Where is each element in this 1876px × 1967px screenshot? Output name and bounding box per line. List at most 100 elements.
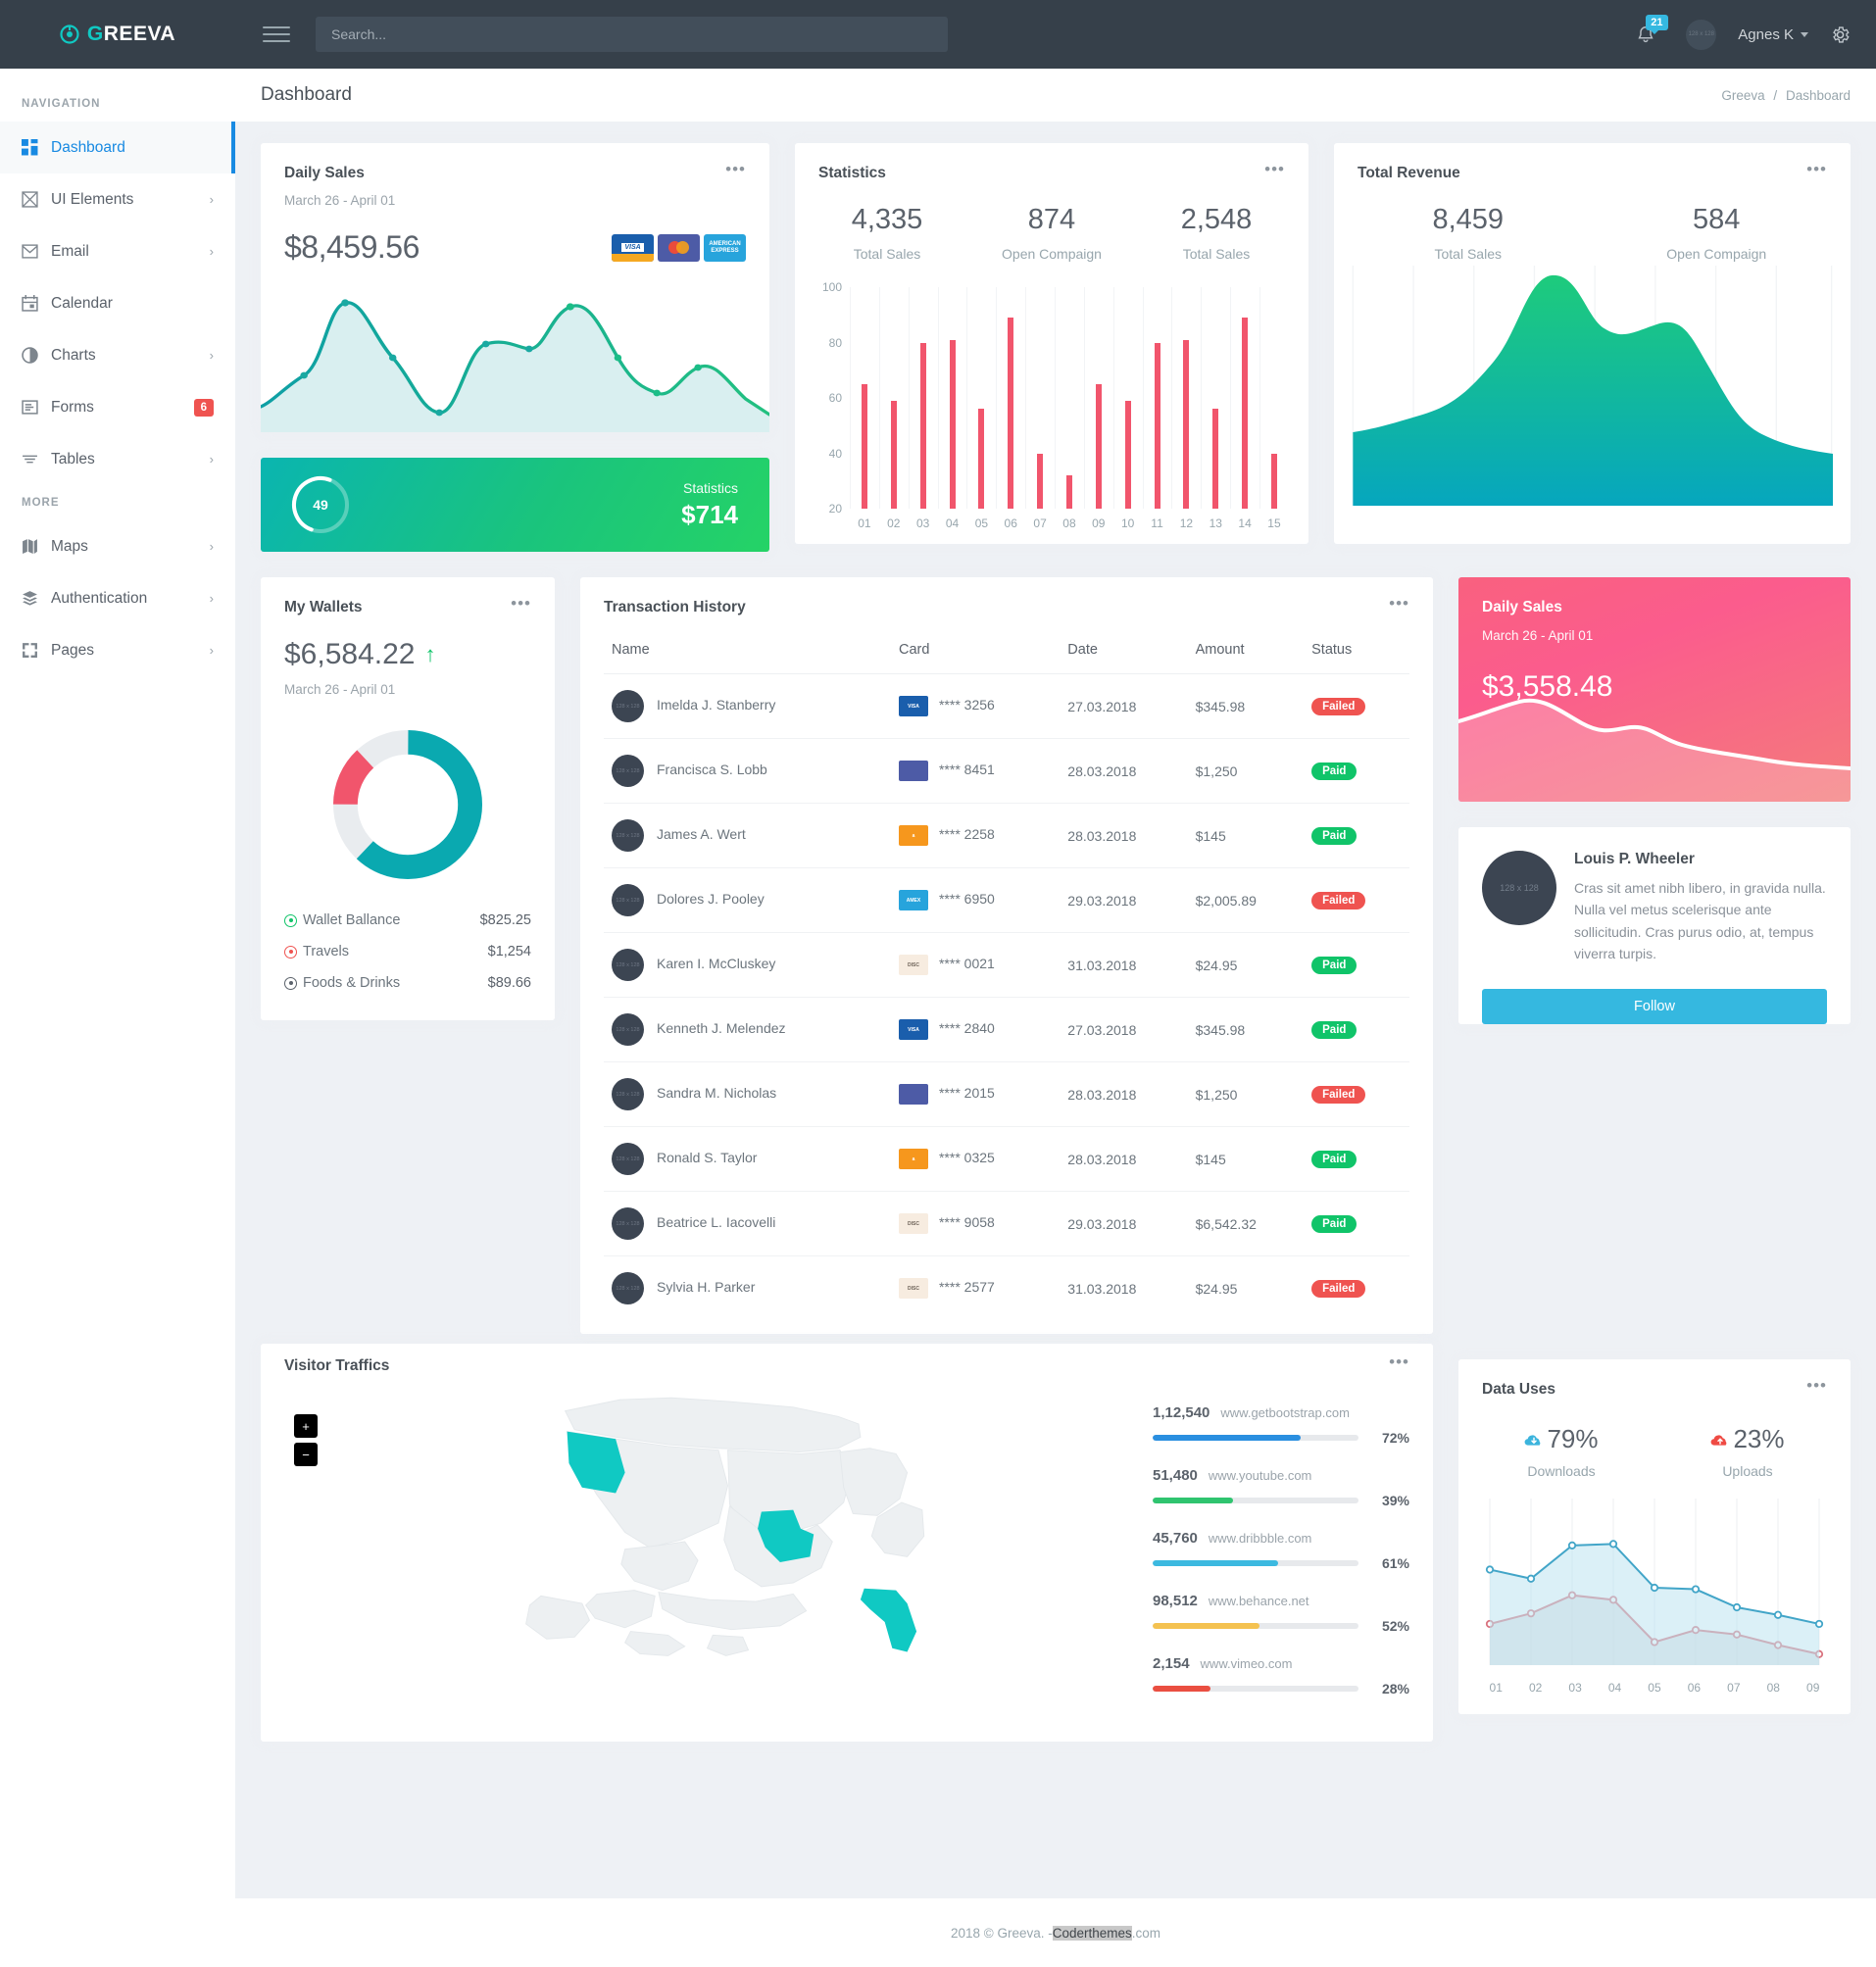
card-menu-icon[interactable]: ••• bbox=[1806, 161, 1827, 177]
user-avatar[interactable]: 128 x 128 bbox=[1686, 19, 1717, 50]
cell-card: a **** 0325 bbox=[890, 1126, 1061, 1192]
card-menu-icon[interactable]: ••• bbox=[1389, 595, 1409, 612]
sidebar-item-dashboard[interactable]: Dashboard bbox=[0, 122, 235, 173]
wallet-summary: $6,584.22 ↑ March 26 - April 01 bbox=[261, 616, 555, 697]
user-menu[interactable]: Agnes K bbox=[1738, 26, 1808, 43]
site-url[interactable]: www.behance.net bbox=[1209, 1594, 1309, 1608]
cell-date: 28.03.2018 bbox=[1060, 1126, 1188, 1192]
progress-track bbox=[1153, 1435, 1358, 1441]
sidebar-item-charts[interactable]: Charts › bbox=[0, 329, 235, 381]
metric: 584 Open Compaign bbox=[1593, 204, 1842, 262]
card-title: Visitor Traffics bbox=[284, 1357, 390, 1374]
table-row[interactable]: 128 x 128 Imelda J. Stanberry VISA **** 325… bbox=[604, 673, 1409, 739]
zoom-out-button[interactable]: − bbox=[294, 1443, 318, 1466]
notifications-button[interactable]: 21 bbox=[1635, 15, 1668, 51]
menu-toggle-icon[interactable] bbox=[263, 22, 290, 47]
app-logo[interactable]: GREEVA bbox=[0, 23, 235, 46]
sidebar-item-label: Authentication bbox=[51, 589, 148, 607]
amex-card-icon: AMERICAN EXPRESS bbox=[704, 233, 746, 262]
sidebar-item-authentication[interactable]: Authentication › bbox=[0, 572, 235, 624]
table-row[interactable]: 128 x 128 Karen I. McCluskey DISC **** 0021… bbox=[604, 932, 1409, 998]
cell-status: Failed bbox=[1304, 867, 1409, 933]
site-url[interactable]: www.youtube.com bbox=[1209, 1468, 1312, 1483]
breadcrumb-root[interactable]: Greeva bbox=[1721, 88, 1764, 103]
table-row[interactable]: 128 x 128 Dolores J. Pooley AMEX **** 6950 2… bbox=[604, 867, 1409, 933]
sidebar-item-ui-elements[interactable]: UI Elements › bbox=[0, 173, 235, 225]
pages-icon bbox=[22, 642, 51, 659]
table-row[interactable]: 128 x 128 Ronald S. Taylor a **** 0325 28.03… bbox=[604, 1126, 1409, 1192]
site-traffic-row: 51,480 www.youtube.com 39% bbox=[1153, 1467, 1409, 1508]
bar bbox=[1008, 318, 1014, 509]
card-menu-icon[interactable]: ••• bbox=[1389, 1353, 1409, 1370]
uploads-metric: 23% Uploads bbox=[1654, 1424, 1841, 1479]
x-tick-label: 04 bbox=[945, 516, 960, 530]
status-badge: Failed bbox=[1311, 698, 1366, 715]
card-header: Daily Sales March 26 - April 01 ••• bbox=[261, 143, 769, 208]
amazon-card-icon: a bbox=[898, 825, 928, 846]
table-row[interactable]: 128 x 128 Sylvia H. Parker DISC **** 2577 31… bbox=[604, 1256, 1409, 1321]
avatar: 128 x 128 bbox=[612, 755, 644, 787]
x-tick-label: 07 bbox=[1033, 516, 1047, 530]
card-menu-icon[interactable]: ••• bbox=[511, 595, 531, 612]
sidebar-item-tables[interactable]: Tables › bbox=[0, 433, 235, 485]
card-menu-icon[interactable]: ••• bbox=[1806, 1377, 1827, 1394]
bar-column bbox=[1113, 287, 1143, 509]
y-tick-label: 20 bbox=[828, 502, 842, 516]
status-badge: Paid bbox=[1311, 957, 1358, 974]
table-row[interactable]: 128 x 128 Kenneth J. Melendez VISA **** 284… bbox=[604, 997, 1409, 1062]
cell-name: 128 x 128 James A. Wert bbox=[604, 803, 891, 868]
card-header: Data Uses ••• bbox=[1458, 1359, 1851, 1399]
footer-text-after: .com bbox=[1131, 1925, 1161, 1941]
cell-card: AMEX **** 6950 bbox=[890, 867, 1061, 933]
sidebar-item-maps[interactable]: Maps › bbox=[0, 520, 235, 572]
table-row[interactable]: 128 x 128 Francisca S. Lobb **** 8451 28.03… bbox=[604, 738, 1409, 804]
site-url[interactable]: www.getbootstrap.com bbox=[1220, 1405, 1350, 1420]
cell-date: 29.03.2018 bbox=[1060, 867, 1188, 933]
sidebar-item-calendar[interactable]: Calendar bbox=[0, 277, 235, 329]
cell-amount: $1,250 bbox=[1187, 738, 1305, 804]
x-tick-label: 01 bbox=[858, 516, 871, 530]
layers-icon bbox=[22, 590, 51, 607]
cell-card: DISC **** 2577 bbox=[891, 1256, 1060, 1321]
bar bbox=[1270, 453, 1277, 509]
gear-icon[interactable] bbox=[1830, 25, 1851, 45]
cell-name: 128 x 128 Ronald S. Taylor bbox=[604, 1126, 891, 1192]
data-uses-x-labels: 01 02 03 04 05 06 07 08 09 bbox=[1476, 1675, 1833, 1708]
usa-map[interactable]: + − bbox=[284, 1383, 1153, 1663]
amazon-card-icon: a bbox=[898, 1149, 928, 1169]
zoom-in-button[interactable]: + bbox=[294, 1414, 318, 1438]
sidebar-item-pages[interactable]: Pages › bbox=[0, 624, 235, 676]
sidebar: NAVIGATION Dashboard UI Elements › Email… bbox=[0, 69, 235, 1967]
site-url[interactable]: www.vimeo.com bbox=[1201, 1656, 1293, 1671]
site-url[interactable]: www.dribbble.com bbox=[1209, 1531, 1312, 1546]
status-badge: Paid bbox=[1311, 1021, 1358, 1039]
breadcrumb-current: Dashboard bbox=[1785, 87, 1851, 103]
bar-column bbox=[1143, 287, 1172, 509]
card-menu-icon[interactable]: ••• bbox=[725, 161, 746, 177]
card-title: My Wallets bbox=[284, 599, 363, 615]
table-row[interactable]: 128 x 128 Sandra M. Nicholas **** 2015 28.0… bbox=[604, 1061, 1409, 1127]
sidebar-item-label: Email bbox=[51, 242, 89, 260]
sidebar-item-label: Pages bbox=[51, 641, 94, 659]
sidebar-item-forms[interactable]: Forms 6 bbox=[0, 381, 235, 433]
discover-card-icon: DISC bbox=[898, 955, 928, 975]
site-header: 98,512 www.behance.net bbox=[1153, 1593, 1409, 1609]
avatar: 128 x 128 bbox=[612, 819, 644, 852]
amount-row: $8,459.56 VISA AMERICAN EXPRESS bbox=[261, 208, 769, 266]
status-badge: Failed bbox=[1311, 892, 1366, 910]
gradient-stat-label: Statistics bbox=[682, 479, 738, 496]
cell-date: 28.03.2018 bbox=[1060, 1061, 1188, 1127]
charts-icon bbox=[22, 347, 51, 364]
wallet-date-range: March 26 - April 01 bbox=[284, 682, 396, 697]
cell-card: **** 2015 bbox=[890, 1061, 1061, 1127]
page-header: Dashboard Greeva / Dashboard bbox=[235, 69, 1876, 122]
search-input[interactable] bbox=[316, 17, 948, 52]
search-container bbox=[316, 17, 948, 52]
card-menu-icon[interactable]: ••• bbox=[1264, 161, 1285, 177]
sidebar-item-email[interactable]: Email › bbox=[0, 225, 235, 277]
table-row[interactable]: 128 x 128 Beatrice L. Iacovelli DISC **** 9… bbox=[604, 1191, 1409, 1256]
trend-up-icon: ↑ bbox=[424, 642, 436, 666]
table-row[interactable]: 128 x 128 James A. Wert a **** 2258 28.03.20… bbox=[604, 803, 1409, 868]
bar bbox=[890, 400, 897, 509]
follow-button[interactable]: Follow bbox=[1482, 988, 1827, 1024]
